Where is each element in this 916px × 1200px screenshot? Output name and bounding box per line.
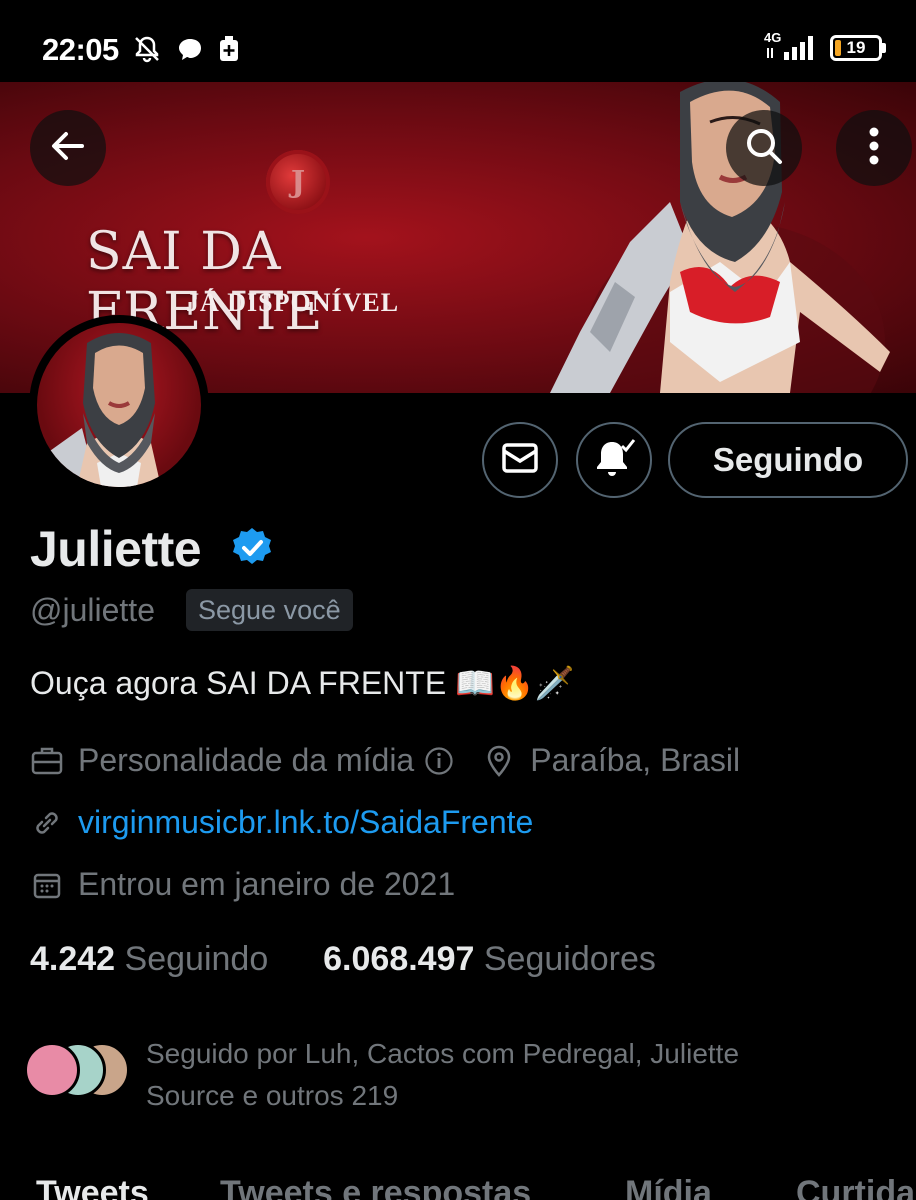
category-row: Personalidade da mídia Paraíba, Brasil <box>30 742 740 779</box>
following-count: 4.242 <box>30 940 116 978</box>
followers-count: 6.068.497 <box>323 940 475 978</box>
search-button[interactable] <box>726 110 802 186</box>
followed-by-line: Source e outros 219 <box>146 1080 399 1111</box>
battery-level: 19 <box>846 38 866 57</box>
message-button[interactable] <box>482 422 558 498</box>
avatar-image <box>37 333 161 487</box>
joined-text: Entrou em janeiro de 2021 <box>78 866 456 902</box>
joined-row: Entrou em janeiro de 2021 <box>30 866 455 903</box>
display-name: Juliette <box>30 521 202 577</box>
link-icon <box>30 806 64 840</box>
status-bar: 22:05 4G 19 <box>0 0 916 82</box>
more-vertical-icon <box>868 124 880 173</box>
link-row: virginmusicbr.lnk.to/SaidaFrente <box>30 804 533 841</box>
follow-counts: 4.242 Seguindo 6.068.497 Seguidores <box>30 940 656 979</box>
following-label: Seguindo <box>124 940 269 978</box>
verified-badge-icon <box>230 526 274 575</box>
tab-likes[interactable]: Curtidas <box>796 1174 916 1200</box>
followers-label: Seguidores <box>483 940 656 978</box>
tab-media[interactable]: Mídia <box>625 1174 712 1200</box>
banner-subtitle: JÁ DISPONÍVEL <box>186 288 400 317</box>
notifications-button[interactable] <box>576 422 652 498</box>
location-pin-icon <box>482 744 516 778</box>
followed-by-avatars[interactable] <box>24 1042 134 1102</box>
tab-tweets[interactable]: Tweets <box>36 1174 149 1200</box>
mute-icon <box>132 34 162 69</box>
followed-by-text[interactable]: Seguido por Luh, Cactos com Pedregal, Ju… <box>146 1033 846 1117</box>
envelope-icon <box>500 441 540 480</box>
briefcase-icon <box>30 744 64 778</box>
location-text: Paraíba, Brasil <box>530 742 741 778</box>
tab-tweets-and-replies[interactable]: Tweets e respostas <box>220 1174 531 1200</box>
battery-indicator: 19 <box>830 35 886 61</box>
avatar <box>24 1042 80 1098</box>
back-button[interactable] <box>30 110 106 186</box>
more-options-button[interactable] <box>836 110 912 186</box>
profile-tabs: Tweets Tweets e respostas Mídia Curtidas <box>0 1168 916 1200</box>
arrow-left-icon <box>46 124 90 173</box>
search-icon <box>742 124 786 173</box>
user-handle: @juliette <box>30 592 155 628</box>
followed-by-line: Seguido por Luh, Cactos com Pedregal, Ju… <box>146 1038 740 1069</box>
category-text: Personalidade da mídia <box>78 742 415 778</box>
bell-check-icon <box>590 434 638 487</box>
bio: Ouça agora SAI DA FRENTE 📖🔥🗡️ <box>30 665 575 701</box>
follows-you-badge: Segue você <box>186 589 353 631</box>
avatar[interactable] <box>29 315 209 495</box>
following-link[interactable]: 4.242 Seguindo <box>30 940 268 978</box>
following-button[interactable]: Seguindo <box>668 422 908 498</box>
chat-bubble-icon <box>176 35 204 68</box>
info-icon[interactable] <box>424 746 454 776</box>
followers-link[interactable]: 6.068.497 Seguidores <box>323 940 656 978</box>
status-time: 22:05 <box>42 32 119 67</box>
website-link[interactable]: virginmusicbr.lnk.to/SaidaFrente <box>78 804 533 841</box>
battery-saver-icon <box>218 35 240 68</box>
calendar-icon <box>30 868 64 902</box>
wax-seal-logo: J <box>266 150 330 214</box>
signal-icon: 4G <box>764 30 820 62</box>
